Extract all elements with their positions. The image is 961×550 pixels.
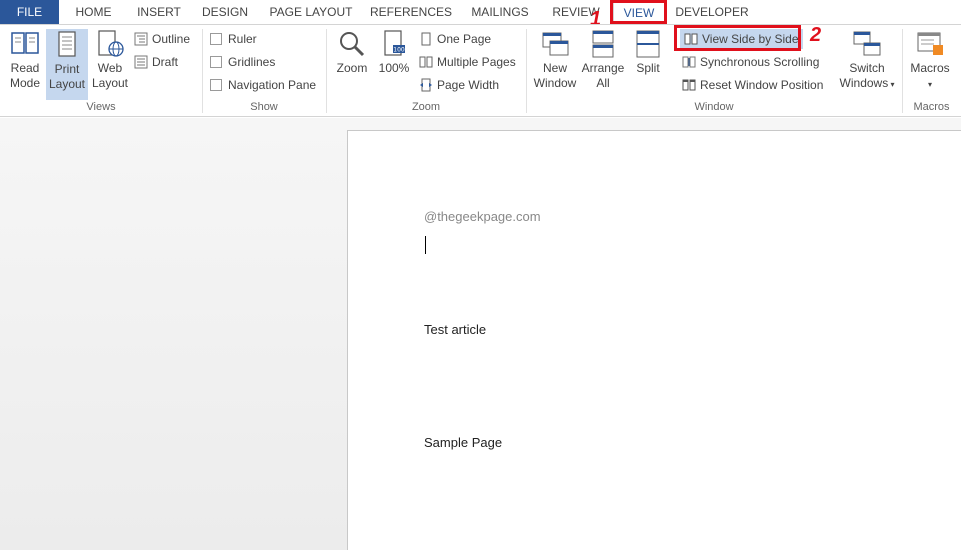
switch-windows-label-1: Switch: [849, 61, 885, 75]
arrange-all-label-2: All: [596, 76, 610, 90]
page-width-button[interactable]: Page Width: [419, 75, 499, 95]
view-side-by-side-highlight: [674, 25, 801, 51]
split-label: Split: [636, 61, 660, 75]
navigation-pane-label: Navigation Pane: [228, 78, 317, 92]
web-layout-button[interactable]: Web Layout: [89, 29, 131, 91]
multiple-pages-button[interactable]: Multiple Pages: [419, 52, 516, 72]
synchronous-scrolling-button[interactable]: Synchronous Scrolling: [682, 52, 819, 72]
one-page-icon: [421, 32, 431, 46]
show-group-label: Show: [250, 101, 278, 113]
window-group-label: Window: [694, 101, 734, 113]
arrange-all-button[interactable]: Arrange All: [580, 29, 626, 91]
read-mode-label-2: Mode: [9, 76, 41, 90]
svg-text:100: 100: [393, 47, 405, 54]
tab-page-layout[interactable]: PAGE LAYOUT: [266, 0, 356, 24]
outline-icon: [134, 32, 148, 46]
switch-windows-label-2: Windows: [839, 76, 889, 90]
macros-dropdown-icon: ▾: [927, 80, 932, 89]
zoom-group-label: Zoom: [411, 101, 441, 113]
read-mode-button[interactable]: Read Mode: [4, 29, 46, 91]
reset-window-position-label: Reset Window Position: [700, 78, 824, 92]
document-line-1[interactable]: Test article: [424, 322, 486, 337]
tab-design[interactable]: DESIGN: [197, 0, 253, 24]
read-mode-label-1: Read: [10, 61, 40, 75]
new-window-label-2: Window: [533, 76, 577, 90]
web-layout-icon: [98, 30, 124, 57]
gridlines-check-box[interactable]: [210, 56, 222, 68]
macros-label: Macros: [910, 61, 950, 75]
tab-mailings[interactable]: MAILINGS: [464, 0, 536, 24]
multiple-pages-label: Multiple Pages: [437, 55, 516, 69]
ruler-label: Ruler: [228, 32, 257, 46]
new-window-label-1: New: [542, 61, 567, 75]
switch-windows-dropdown-icon: ▾: [888, 80, 895, 89]
print-layout-label-2: Layout: [48, 77, 86, 91]
macros-button[interactable]: Macros ▾: [906, 29, 954, 92]
navigation-pane-check-box[interactable]: [210, 79, 222, 91]
read-mode-icon: [11, 32, 39, 54]
switch-windows-icon: [853, 31, 881, 56]
print-layout-icon: [58, 31, 76, 57]
switch-windows-button[interactable]: Switch Windows ▾: [838, 29, 896, 92]
tab-insert[interactable]: INSERT: [130, 0, 188, 24]
reset-window-position-button[interactable]: Reset Window Position: [682, 75, 823, 95]
gridlines-label: Gridlines: [228, 55, 276, 69]
print-layout-label-1: Print: [54, 62, 80, 76]
navigation-pane-checkbox[interactable]: Navigation Pane: [210, 75, 316, 95]
draft-button[interactable]: Draft: [134, 52, 178, 72]
reset-window-icon: [682, 79, 696, 91]
watermark-text: @thegeekpage.com: [424, 209, 541, 224]
gridlines-checkbox[interactable]: Gridlines: [210, 52, 275, 72]
document-line-2[interactable]: Sample Page: [424, 435, 502, 450]
view-tab-highlight: [610, 0, 667, 24]
zoom-100-label: 100%: [378, 61, 410, 75]
new-window-button[interactable]: New Window: [530, 29, 580, 91]
zoom-100-icon: 100: [384, 30, 405, 56]
text-cursor: [425, 236, 426, 254]
web-layout-label-1: Web: [97, 61, 123, 75]
arrange-all-label-1: Arrange: [581, 61, 625, 75]
draft-icon: [134, 55, 148, 69]
tab-references[interactable]: REFERENCES: [368, 0, 454, 24]
views-group-label: Views: [86, 101, 116, 113]
tab-file[interactable]: FILE: [0, 0, 59, 24]
split-button[interactable]: Split: [629, 29, 667, 76]
multiple-pages-icon: [419, 56, 433, 68]
tab-developer[interactable]: DEVELOPER: [674, 0, 750, 24]
arrange-all-icon: [592, 30, 614, 58]
zoom-100-button[interactable]: 100 100%: [376, 29, 412, 76]
macros-icon: [917, 32, 943, 55]
ribbon-tab-bar: FILE HOME INSERT DESIGN PAGE LAYOUT REFE…: [0, 0, 961, 25]
split-icon: [636, 30, 660, 58]
ruler-checkbox[interactable]: Ruler: [210, 29, 257, 49]
ruler-check-box[interactable]: [210, 33, 222, 45]
synchronous-scrolling-label: Synchronous Scrolling: [700, 55, 820, 69]
magnifier-icon: [340, 32, 365, 57]
one-page-label: One Page: [437, 32, 492, 46]
draft-label: Draft: [152, 55, 179, 69]
sync-scroll-icon: [682, 56, 696, 68]
outline-label: Outline: [152, 32, 191, 46]
document-page[interactable]: @thegeekpage.com Test article Sample Pag…: [347, 130, 961, 550]
web-layout-label-2: Layout: [91, 76, 129, 90]
document-canvas: @thegeekpage.com Test article Sample Pag…: [0, 118, 961, 550]
macros-group-label: Macros: [913, 101, 950, 113]
new-window-icon: [542, 32, 569, 56]
one-page-button[interactable]: One Page: [419, 29, 491, 49]
page-width-label: Page Width: [437, 78, 500, 92]
outline-button[interactable]: Outline: [134, 29, 190, 49]
page-width-icon: [420, 78, 432, 92]
zoom-label: Zoom: [336, 61, 368, 75]
step-marker-2: 2: [810, 24, 822, 46]
zoom-button[interactable]: Zoom: [332, 29, 372, 76]
print-layout-button[interactable]: Print Layout: [46, 29, 88, 100]
tab-home[interactable]: HOME: [66, 0, 121, 24]
